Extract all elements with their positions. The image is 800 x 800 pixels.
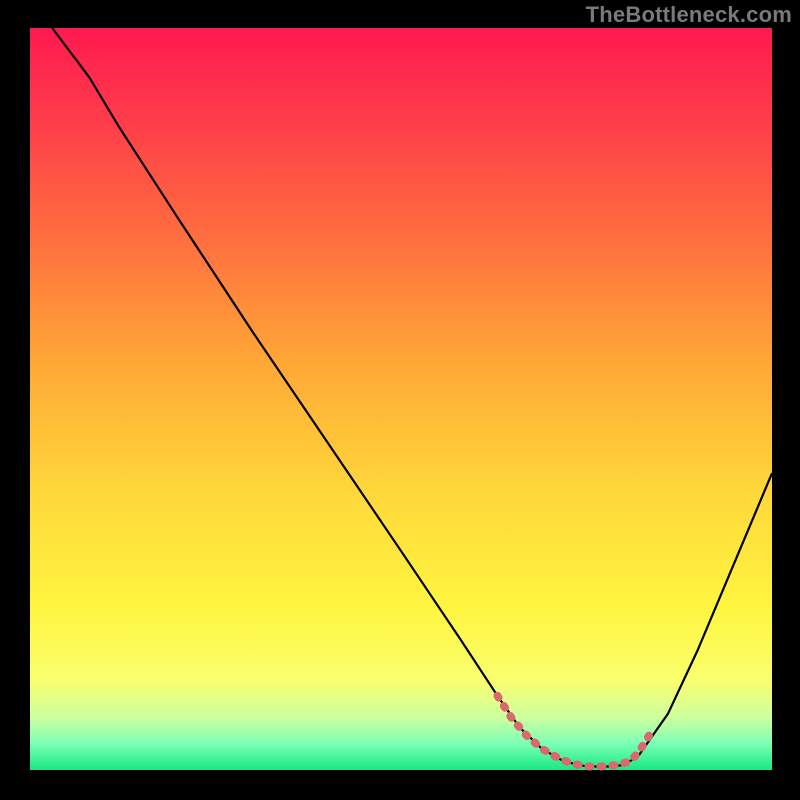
watermark-text: TheBottleneck.com (586, 2, 792, 28)
chart-frame: TheBottleneck.com (0, 0, 800, 800)
plot-background (30, 28, 772, 770)
chart-svg (0, 0, 800, 800)
